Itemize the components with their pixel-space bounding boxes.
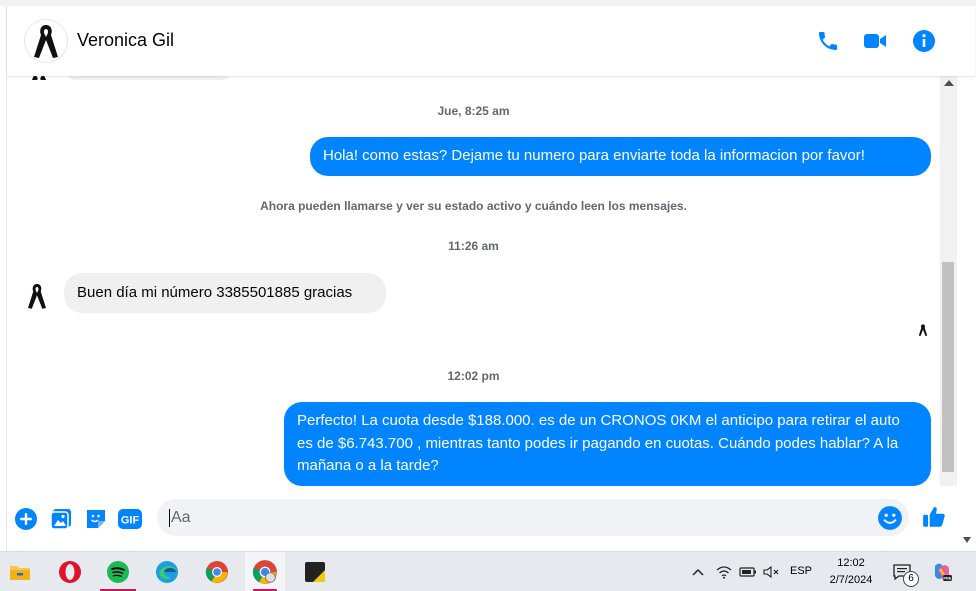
phone-icon [819,32,837,50]
network-status[interactable] [712,552,736,591]
message-scrollbar[interactable] [940,76,957,486]
contact-name[interactable]: Veronica Gil [77,30,174,51]
video-camera-icon [864,34,886,48]
clock-time: 12:02 [837,557,865,569]
timestamp-divider: 12:02 pm [447,369,500,383]
text-caret [169,509,170,527]
copilot-icon: PRE [934,563,952,581]
clock-date: 2/7/2024 [829,574,873,586]
svg-text:GIF: GIF [121,515,140,527]
voice-call-button[interactable] [813,26,843,56]
gif-button[interactable]: GIF [117,506,143,532]
video-call-button[interactable] [860,26,890,56]
taskbar-edge[interactable] [147,552,187,591]
plus-circle-icon [15,508,37,530]
gallery-icon [50,509,71,530]
notification-count-badge: 6 [903,571,919,587]
info-icon [913,30,935,52]
sticky-notes-icon [305,562,325,582]
scroll-up-arrow[interactable] [944,80,954,86]
folder-icon [10,566,30,580]
chevron-up-icon [692,568,704,576]
contact-avatar[interactable] [24,19,68,63]
more-actions-button[interactable] [13,506,39,532]
outgoing-message[interactable]: Perfecto! La cuota desde $188.000. es de… [284,402,931,486]
black-ribbon-icon [28,284,46,309]
message-composer: GIF Aa [7,486,957,551]
input-language[interactable]: ESP [790,565,812,577]
speaker-muted-icon [763,565,779,579]
edge-icon [156,561,178,583]
spotify-icon [107,561,129,583]
left-edge [0,6,7,551]
incoming-message[interactable]: Buen día mi número 3385501885 gracias [64,273,386,313]
previous-message-avatar [29,76,49,80]
chat-header: Veronica Gil [7,6,975,76]
taskbar-spotify[interactable] [98,552,138,591]
sticker-button[interactable] [83,506,109,532]
gif-icon: GIF [118,509,142,529]
sticker-icon [87,510,105,528]
svg-text:PRE: PRE [943,576,952,581]
battery-icon [739,567,756,577]
message-input[interactable]: Aa [157,499,909,536]
volume-status[interactable] [759,552,783,591]
send-like-button[interactable] [921,504,947,530]
black-ribbon-icon [34,25,58,58]
taskbar-chrome-profile[interactable] [245,552,285,591]
taskbar-sticky-app[interactable] [295,552,335,591]
timestamp-divider: 11:26 am [448,239,499,253]
taskbar-chrome[interactable] [197,552,237,591]
battery-status[interactable] [736,552,760,591]
wifi-icon [716,566,732,579]
clock[interactable]: 12:02 2/7/2024 [820,555,882,589]
windows-taskbar: ESP 12:02 2/7/2024 6 PRE [0,551,976,591]
messenger-window: Veronica Gil Jue, 8:25 am Hola! como est… [0,0,976,591]
taskbar-opera[interactable] [50,552,90,591]
message-list[interactable]: Jue, 8:25 am Hola! como estas? Dejame tu… [7,76,940,486]
show-hidden-icons-button[interactable] [686,552,710,591]
conversation-info-button[interactable] [909,26,939,56]
emoji-button[interactable] [877,505,903,531]
previous-message-bubble[interactable] [67,76,231,80]
attach-photo-button[interactable] [48,506,74,532]
timestamp-divider: Jue, 8:25 am [437,104,510,118]
chrome-profile-icon [252,560,277,584]
thumbs-up-icon [923,507,945,527]
taskbar-file-explorer[interactable] [0,552,40,591]
outgoing-message[interactable]: Hola! como estas? Dejame tu numero para … [310,137,931,176]
read-receipt-avatar [916,323,930,337]
message-input-placeholder: Aa [171,509,191,526]
scroll-thumb[interactable] [942,262,954,472]
copilot-button[interactable]: PRE [928,552,956,591]
page-gutter [957,76,976,551]
opera-icon [59,561,81,583]
scroll-down-arrow[interactable] [963,537,971,543]
chrome-icon [205,561,228,583]
smiley-icon [878,506,902,530]
contact-avatar-small[interactable] [23,282,51,310]
connection-notice: Ahora pueden llamarse y ver su estado ac… [260,199,687,213]
